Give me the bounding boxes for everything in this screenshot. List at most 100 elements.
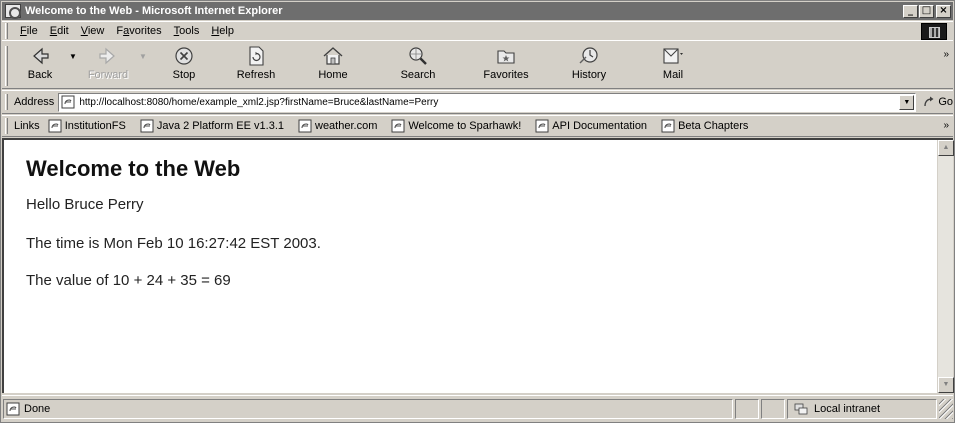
favorites-label: Favorites xyxy=(483,69,529,81)
search-globe-icon xyxy=(406,45,430,67)
intranet-zone-icon xyxy=(794,403,808,415)
time-text: The time is Mon Feb 10 16:27:42 EST 2003… xyxy=(26,235,321,252)
menu-view[interactable]: View xyxy=(75,25,111,37)
back-button[interactable]: Back xyxy=(14,43,66,87)
link-label: Beta Chapters xyxy=(678,120,749,132)
go-arrow-icon xyxy=(924,96,934,107)
ie-page-icon xyxy=(298,119,312,133)
forward-label: Forward xyxy=(87,69,129,81)
links-bar: Links InstitutionFS Java 2 Platform EE v… xyxy=(2,115,953,137)
stop-label: Stop xyxy=(172,69,196,81)
link-item[interactable]: Beta Chapters xyxy=(661,119,748,133)
links-grip[interactable] xyxy=(5,118,8,134)
search-button[interactable]: Search xyxy=(372,43,464,87)
vertical-scrollbar[interactable]: ▲ ▼ xyxy=(937,140,954,393)
history-icon xyxy=(577,45,601,67)
link-item[interactable]: Welcome to Sparhawk! xyxy=(391,119,521,133)
search-label: Search xyxy=(400,69,436,81)
link-item[interactable]: Java 2 Platform EE v1.3.1 xyxy=(140,119,284,133)
windows-logo-throbber-icon xyxy=(921,23,947,40)
ie-logo-icon xyxy=(5,4,21,19)
go-button[interactable]: Go xyxy=(922,95,953,109)
home-icon xyxy=(321,45,345,67)
refresh-icon xyxy=(244,45,268,67)
stop-icon xyxy=(172,45,196,67)
standard-toolbar: Back ▼ Forward ▼ Stop Refresh Home Searc… xyxy=(2,43,953,89)
links-label[interactable]: Links xyxy=(14,120,40,132)
menu-help-label: Help xyxy=(211,25,234,37)
title-bar[interactable]: Welcome to the Web - Microsoft Internet … xyxy=(2,2,953,20)
resize-grip[interactable] xyxy=(939,399,953,419)
status-message: Done xyxy=(3,399,733,419)
menu-grip[interactable] xyxy=(5,23,8,39)
sum-text: The value of 10 + 24 + 35 = 69 xyxy=(26,272,231,289)
ie-page-icon xyxy=(391,119,405,133)
ie-page-icon xyxy=(535,119,549,133)
status-cell-security xyxy=(761,399,785,419)
zone-label: Local intranet xyxy=(814,403,881,415)
status-text: Done xyxy=(24,403,51,415)
link-item[interactable]: weather.com xyxy=(298,119,377,133)
greeting-text: Hello Bruce Perry xyxy=(26,196,144,213)
minimize-button[interactable]: _ xyxy=(903,4,918,18)
back-label: Back xyxy=(27,69,53,81)
browser-window: Welcome to the Web - Microsoft Internet … xyxy=(0,0,955,423)
mail-button[interactable]: Mail xyxy=(630,43,716,87)
ie-page-icon xyxy=(48,119,62,133)
forward-button[interactable]: Forward xyxy=(80,43,136,87)
page-viewport[interactable]: Welcome to the Web Hello Bruce Perry The… xyxy=(2,138,954,393)
status-cell-progress xyxy=(735,399,759,419)
scroll-down-button[interactable]: ▼ xyxy=(938,377,954,393)
link-item[interactable]: API Documentation xyxy=(535,119,647,133)
toolbar-overflow-chevron-icon[interactable]: » xyxy=(943,49,949,60)
menu-help[interactable]: Help xyxy=(205,25,240,37)
menu-file[interactable]: File xyxy=(14,25,44,37)
favorites-folder-icon xyxy=(494,45,518,67)
mail-label: Mail xyxy=(662,69,684,81)
refresh-label: Refresh xyxy=(236,69,276,81)
refresh-button[interactable]: Refresh xyxy=(218,43,294,87)
menu-favorites-label: Favorites xyxy=(116,25,162,37)
security-zone[interactable]: Local intranet xyxy=(787,399,937,419)
menu-edit[interactable]: Edit xyxy=(44,25,75,37)
go-label: Go xyxy=(938,96,953,108)
menu-favorites[interactable]: Favorites xyxy=(110,25,167,37)
history-button[interactable]: History xyxy=(548,43,630,87)
ie-page-icon xyxy=(6,402,20,416)
history-label: History xyxy=(571,69,607,81)
link-label: weather.com xyxy=(315,120,378,132)
forward-dropdown-button[interactable]: ▼ xyxy=(136,43,150,87)
address-grip[interactable] xyxy=(5,94,8,110)
address-input[interactable]: http://localhost:8080/home/example_xml2.… xyxy=(58,92,917,112)
link-item[interactable]: InstitutionFS xyxy=(48,119,126,133)
ie-page-icon xyxy=(61,95,75,109)
status-bar: Done Local intranet xyxy=(2,395,953,422)
forward-arrow-icon xyxy=(96,45,120,67)
close-button[interactable]: × xyxy=(936,4,951,18)
address-dropdown-button[interactable]: ▼ xyxy=(899,94,915,110)
menu-tools[interactable]: Tools xyxy=(168,25,206,37)
window-title: Welcome to the Web - Microsoft Internet … xyxy=(25,5,283,17)
scroll-up-button[interactable]: ▲ xyxy=(938,140,954,156)
favorites-button[interactable]: Favorites xyxy=(464,43,548,87)
page-body: Welcome to the Web Hello Bruce Perry The… xyxy=(26,140,906,309)
link-label: API Documentation xyxy=(552,120,648,132)
back-dropdown-button[interactable]: ▼ xyxy=(66,43,80,87)
menu-file-label: File xyxy=(20,25,38,37)
window-controls: _ □ × xyxy=(902,4,951,18)
menu-view-label: View xyxy=(80,25,105,37)
toolbar-grip[interactable] xyxy=(5,46,8,86)
link-label: Welcome to Sparhawk! xyxy=(408,120,522,132)
menu-edit-label: Edit xyxy=(49,25,69,37)
ie-page-icon xyxy=(661,119,675,133)
link-label: InstitutionFS xyxy=(64,120,126,132)
back-arrow-icon xyxy=(28,45,52,67)
stop-button[interactable]: Stop xyxy=(150,43,218,87)
link-label: Java 2 Platform EE v1.3.1 xyxy=(156,120,284,132)
menu-tools-label: Tools xyxy=(173,25,200,37)
links-overflow-chevron-icon[interactable]: » xyxy=(943,120,949,131)
ie-page-icon xyxy=(140,119,154,133)
address-url: http://localhost:8080/home/example_xml2.… xyxy=(79,96,439,108)
home-button[interactable]: Home xyxy=(294,43,372,87)
maximize-button[interactable]: □ xyxy=(919,4,934,18)
